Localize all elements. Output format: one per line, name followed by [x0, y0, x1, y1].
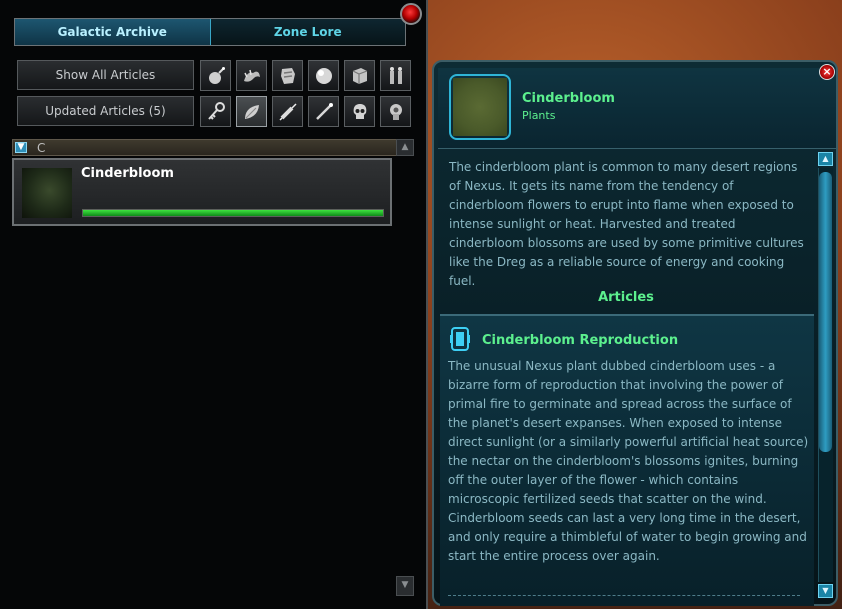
category-button-tools[interactable] [308, 96, 339, 127]
letter-group-header: ▼ C [12, 139, 414, 156]
tab-zone-lore[interactable]: Zone Lore [210, 19, 405, 45]
article-title: Cinderbloom Reproduction [482, 333, 679, 348]
category-button-elements[interactable] [308, 60, 339, 91]
datacube-icon [352, 67, 367, 84]
bomb-icon [208, 66, 225, 84]
close-window-button[interactable] [400, 3, 422, 25]
orb-icon [315, 67, 332, 84]
entry-thumbnail [22, 168, 72, 218]
entry-title: Cinderbloom [81, 166, 174, 181]
category-button-people[interactable] [380, 60, 411, 91]
category-button-plants[interactable] [236, 96, 267, 127]
archive-list-panel [0, 0, 428, 609]
people-icon [389, 66, 402, 84]
relic-icon [389, 103, 402, 120]
tab-galactic-archive[interactable]: Galactic Archive [15, 19, 211, 45]
list-item[interactable]: Cinderbloom [12, 158, 392, 226]
category-button-keys[interactable] [200, 96, 231, 127]
key-icon [207, 101, 225, 120]
creature-icon [243, 69, 260, 82]
detail-scrollbar-thumb[interactable] [819, 172, 832, 452]
skull-icon [353, 103, 366, 119]
category-button-threats[interactable] [344, 96, 375, 127]
collapse-toggle[interactable]: ▼ [15, 142, 27, 153]
letter-group-label: C [37, 141, 46, 155]
category-button-medical[interactable] [272, 96, 303, 127]
plant-image [453, 78, 507, 136]
show-all-articles-button[interactable]: Show All Articles [17, 60, 194, 90]
article-body: The unusual Nexus plant dubbed cinderblo… [448, 359, 809, 563]
syringe-icon [278, 102, 297, 121]
tech-armor-icon [280, 67, 295, 84]
detail-scroll-down-button[interactable]: ▼ [818, 584, 833, 598]
entry-progress-fill [83, 210, 383, 216]
leaf-icon [244, 104, 259, 119]
detail-category: Plants [522, 109, 556, 122]
datacube-icon [450, 327, 470, 351]
updated-articles-button[interactable]: Updated Articles (5) [17, 96, 194, 126]
category-button-relics[interactable] [380, 96, 411, 127]
category-button-creatures[interactable] [236, 60, 267, 91]
list-scroll-down-button[interactable]: ▼ [396, 576, 414, 596]
list-scroll-up-button[interactable]: ▲ [396, 139, 414, 156]
close-detail-button[interactable]: × [819, 64, 835, 80]
tab-bar: Galactic Archive Zone Lore [14, 18, 406, 46]
detail-title: Cinderbloom [522, 91, 615, 106]
divider [448, 595, 800, 596]
detail-description: The cinderbloom plant is common to many … [449, 160, 804, 288]
category-button-weapons[interactable] [200, 60, 231, 91]
articles-heading: Articles [598, 290, 654, 305]
category-button-technology[interactable] [272, 60, 303, 91]
category-button-data[interactable] [344, 60, 375, 91]
entry-progress-bar [82, 209, 384, 217]
detail-scroll-up-button[interactable]: ▲ [818, 152, 833, 166]
rod-icon [315, 102, 333, 120]
